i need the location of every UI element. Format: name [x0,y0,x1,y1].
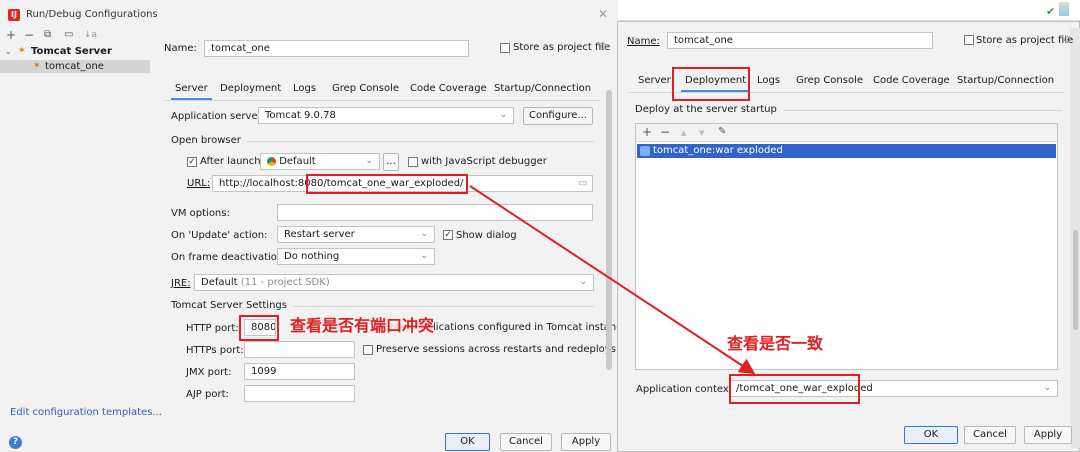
annotation-arrow [469,185,756,375]
arrow-line [469,185,756,375]
